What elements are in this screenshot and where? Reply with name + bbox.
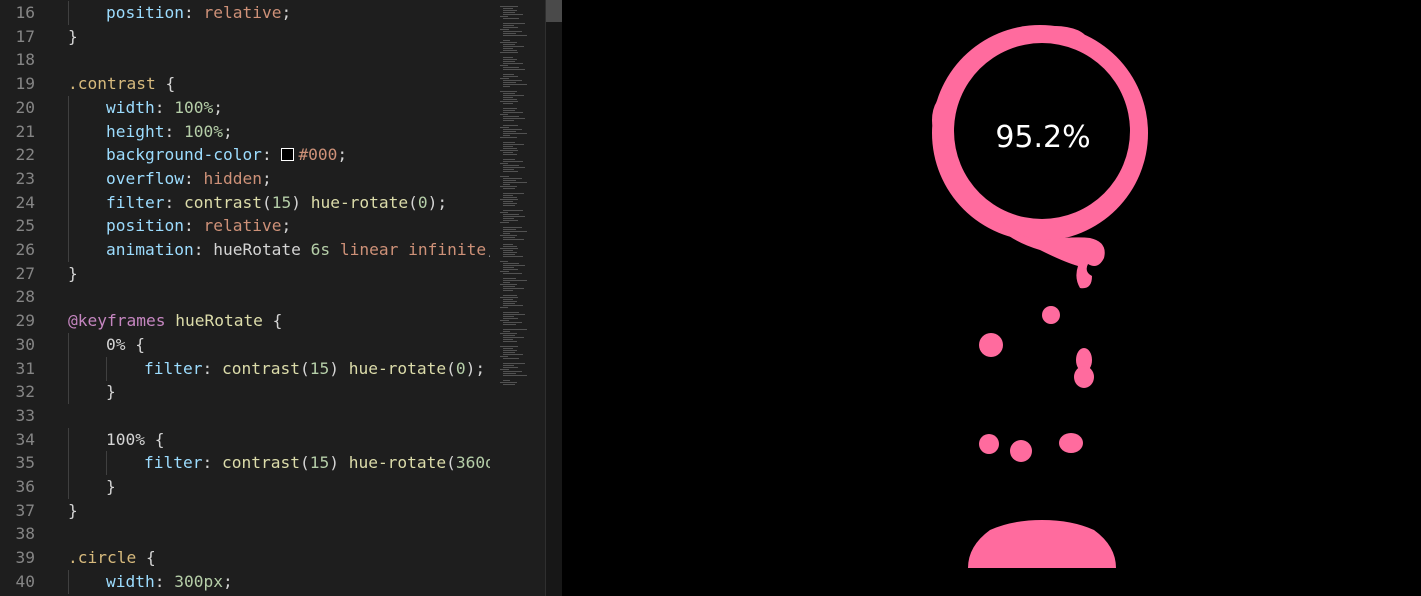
droplet bbox=[979, 434, 999, 454]
progress-percentage: 95.2% bbox=[995, 120, 1091, 155]
droplet bbox=[1042, 306, 1060, 324]
liquid-pool-blob bbox=[968, 520, 1116, 568]
droplet bbox=[979, 333, 1003, 357]
liquid-blob-graphic bbox=[932, 25, 1148, 568]
droplet bbox=[1074, 366, 1094, 388]
droplet bbox=[1059, 433, 1083, 453]
droplet bbox=[1010, 440, 1032, 462]
